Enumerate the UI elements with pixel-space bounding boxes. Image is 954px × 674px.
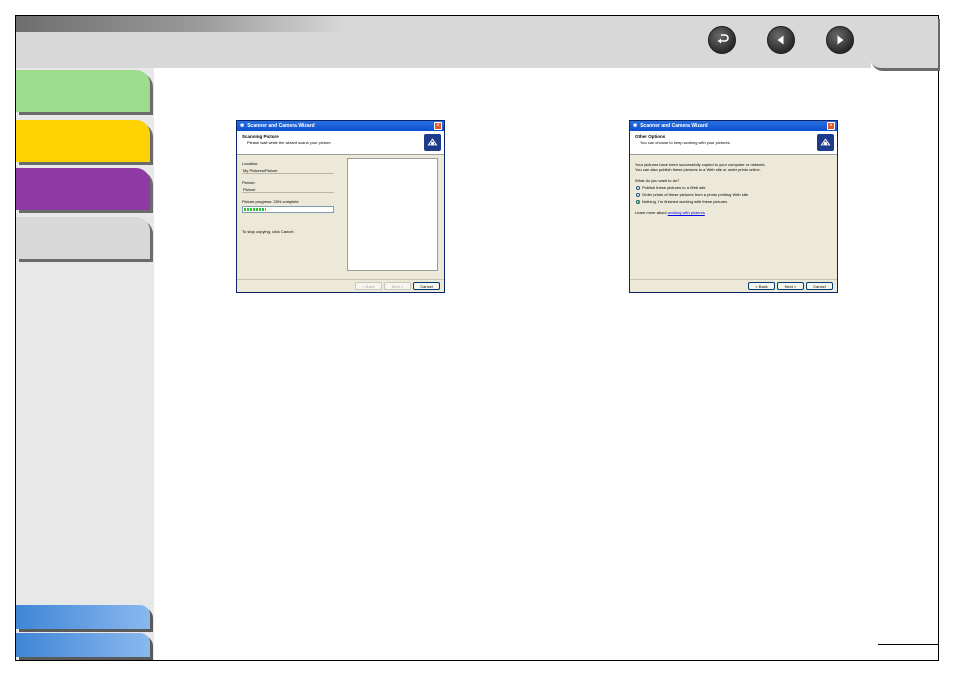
next-button[interactable]: Next > bbox=[384, 282, 411, 290]
publish-text: You can also publish these pictures to a… bbox=[635, 167, 761, 172]
back-button[interactable]: < Back bbox=[748, 282, 775, 290]
dialog-title: Scanner and Camera Wizard bbox=[247, 123, 315, 129]
option-label: Nothing. I'm finished working with these… bbox=[642, 199, 728, 204]
sidebar-tab-green[interactable] bbox=[16, 70, 150, 112]
cancel-button[interactable]: Cancel bbox=[806, 282, 833, 290]
dialog-titlebar: ✱ Scanner and Camera Wizard bbox=[237, 121, 444, 131]
dialog-title: Scanner and Camera Wizard bbox=[640, 123, 708, 129]
location-value: My Pictures\Picture bbox=[242, 168, 334, 174]
sidebar-tab-yellow[interactable] bbox=[16, 120, 150, 162]
dialog-footer: < Back Next > Cancel bbox=[630, 279, 837, 292]
bottom-tab-2[interactable] bbox=[16, 633, 150, 657]
header-title: Other Options bbox=[635, 134, 666, 139]
learn-more-text: Learn more about working with pictures bbox=[635, 210, 832, 215]
dialog-body: Your pictures have been successfully cop… bbox=[630, 155, 837, 218]
top-bar-gradient bbox=[16, 16, 346, 32]
dialog-footer: < Back Next > Cancel bbox=[237, 279, 444, 292]
radio-button-selected[interactable] bbox=[636, 199, 640, 204]
picture-value: Picture bbox=[242, 187, 334, 193]
camera-wizard-icon bbox=[424, 134, 441, 151]
previous-page-button[interactable] bbox=[767, 26, 795, 54]
wizard-small-icon: ✱ bbox=[633, 123, 638, 129]
return-icon bbox=[718, 34, 729, 44]
progress-bar bbox=[242, 206, 334, 213]
dialog-header: Other Options You can choose to keep wor… bbox=[630, 131, 837, 155]
next-button[interactable]: Next > bbox=[777, 282, 804, 290]
option-label: Order prints of these pictures from a ph… bbox=[642, 192, 748, 197]
wizard-small-icon: ✱ bbox=[240, 123, 245, 129]
close-button[interactable]: × bbox=[434, 122, 442, 130]
option-order-prints[interactable]: Order prints of these pictures from a ph… bbox=[636, 192, 832, 197]
other-options-dialog: ✱ Scanner and Camera Wizard × Other Opti… bbox=[629, 120, 838, 293]
top-right-tab[interactable] bbox=[869, 16, 938, 68]
option-nothing[interactable]: Nothing. I'm finished working with these… bbox=[636, 199, 832, 204]
option-label: Publish these pictures to a Web site bbox=[642, 185, 706, 190]
page-number-rule bbox=[878, 644, 938, 645]
learn-more-prefix: Learn more about bbox=[635, 210, 668, 215]
learn-more-link[interactable]: working with pictures bbox=[668, 210, 705, 215]
arrow-right-icon bbox=[837, 35, 844, 45]
sidebar-tab-purple[interactable] bbox=[16, 168, 150, 210]
radio-button[interactable] bbox=[636, 192, 640, 197]
cancel-button[interactable]: Cancel bbox=[413, 282, 440, 290]
bottom-tab-1[interactable] bbox=[16, 605, 150, 629]
arrow-left-icon bbox=[777, 35, 784, 45]
header-subtitle: Please wait while the wizard scans your … bbox=[247, 140, 332, 145]
sidebar-tab-gray[interactable] bbox=[16, 217, 150, 259]
next-page-button[interactable] bbox=[826, 26, 854, 54]
progress-fill bbox=[244, 208, 266, 211]
scanning-dialog: ✱ Scanner and Camera Wizard × Scanning P… bbox=[236, 120, 445, 293]
question-text: What do you want to do? bbox=[635, 178, 680, 183]
camera-wizard-icon bbox=[817, 134, 834, 151]
dialog-header: Scanning Picture Please wait while the w… bbox=[237, 131, 444, 155]
dialog-titlebar: ✱ Scanner and Camera Wizard bbox=[630, 121, 837, 131]
close-button[interactable]: × bbox=[827, 122, 835, 130]
preview-pane bbox=[347, 158, 438, 271]
header-title: Scanning Picture bbox=[242, 134, 279, 139]
return-button[interactable] bbox=[708, 26, 736, 54]
dialog-body: Location: My Pictures\Picture Picture: P… bbox=[237, 155, 444, 271]
back-button[interactable]: < Back bbox=[355, 282, 382, 290]
header-subtitle: You can choose to keep working with your… bbox=[640, 140, 731, 145]
stop-instruction: To stop copying, click Cancel. bbox=[242, 229, 295, 234]
option-publish[interactable]: Publish these pictures to a Web site bbox=[636, 185, 832, 190]
radio-button[interactable] bbox=[636, 185, 640, 190]
